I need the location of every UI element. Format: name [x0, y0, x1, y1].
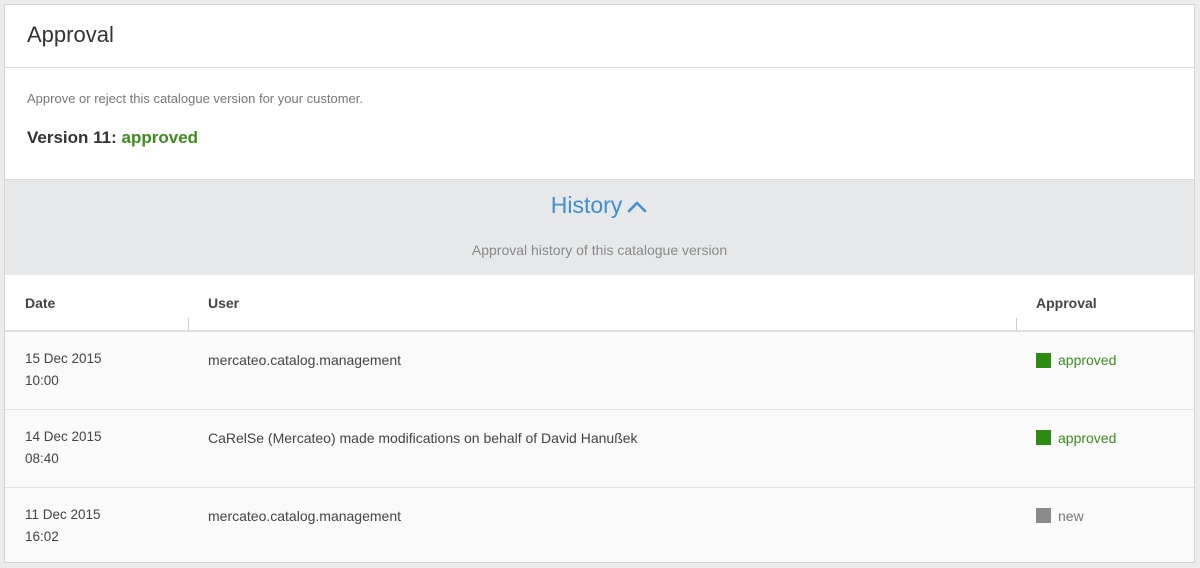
- status-square-icon: [1036, 430, 1051, 445]
- user-cell: CaRelSe (Mercateo) made modifications on…: [188, 409, 1016, 488]
- row-time: 10:00: [25, 373, 59, 388]
- row-date: 15 Dec 2015: [25, 351, 102, 366]
- column-header-date[interactable]: Date: [5, 275, 188, 332]
- status-badge: approved: [1036, 430, 1116, 446]
- column-divider: [1016, 318, 1017, 330]
- chevron-up-icon[interactable]: [626, 196, 648, 218]
- date-cell: 15 Dec 2015 10:00: [5, 331, 188, 410]
- row-time: 08:40: [25, 450, 59, 466]
- approval-cell: approved: [1016, 331, 1194, 410]
- history-subtitle: Approval history of this catalogue versi…: [471, 242, 728, 258]
- table-row[interactable]: 11 Dec 2015 16:02 mercateo.catalog.manag…: [5, 487, 1194, 562]
- table-row[interactable]: 15 Dec 2015 10:00 mercateo.catalog.manag…: [5, 331, 1194, 410]
- row-time: 16:02: [25, 528, 59, 544]
- version-status: approved: [121, 128, 199, 147]
- status-badge: approved: [1036, 352, 1116, 368]
- user-cell: mercateo.catalog.management: [188, 331, 1016, 410]
- status-badge: new: [1036, 508, 1084, 524]
- version-line: Version 11: approved: [27, 128, 1172, 148]
- approval-cell: new: [1016, 487, 1194, 562]
- approval-intro: Approve or reject this catalogue version…: [5, 68, 1194, 179]
- status-square-icon: [1036, 508, 1051, 523]
- date-cell: 11 Dec 2015 16:02: [5, 487, 188, 562]
- row-date: 11 Dec 2015: [25, 506, 101, 522]
- history-title[interactable]: History: [551, 192, 623, 219]
- approval-panel: Approval Approve or reject this catalogu…: [4, 4, 1195, 563]
- table-row[interactable]: 14 Dec 2015 08:40 CaRelSe (Mercateo) mad…: [5, 409, 1194, 488]
- status-text: approved: [1058, 429, 1117, 446]
- row-date: 14 Dec 2015: [25, 428, 102, 444]
- approval-cell: approved: [1016, 409, 1194, 488]
- panel-header: Approval: [5, 5, 1194, 68]
- approval-description: Approve or reject this catalogue version…: [27, 91, 363, 106]
- column-header-approval[interactable]: Approval: [1016, 275, 1194, 332]
- status-text: approved: [1058, 352, 1117, 368]
- date-cell: 14 Dec 2015 08:40: [5, 409, 188, 488]
- user-cell: mercateo.catalog.management: [188, 487, 1016, 562]
- history-toggle[interactable]: History: [5, 192, 1194, 219]
- column-divider: [188, 318, 189, 330]
- version-label: Version 11:: [27, 128, 117, 147]
- status-text: new: [1058, 507, 1084, 524]
- status-square-icon: [1036, 352, 1051, 368]
- history-section: History Approval history of this catalog…: [5, 179, 1194, 275]
- panel-title: Approval: [27, 22, 114, 47]
- history-table: Date User Approval 15 Dec 2015 10:00 mer…: [5, 275, 1194, 562]
- table-header-row: Date User Approval: [5, 275, 1194, 332]
- column-header-user[interactable]: User: [188, 275, 1016, 332]
